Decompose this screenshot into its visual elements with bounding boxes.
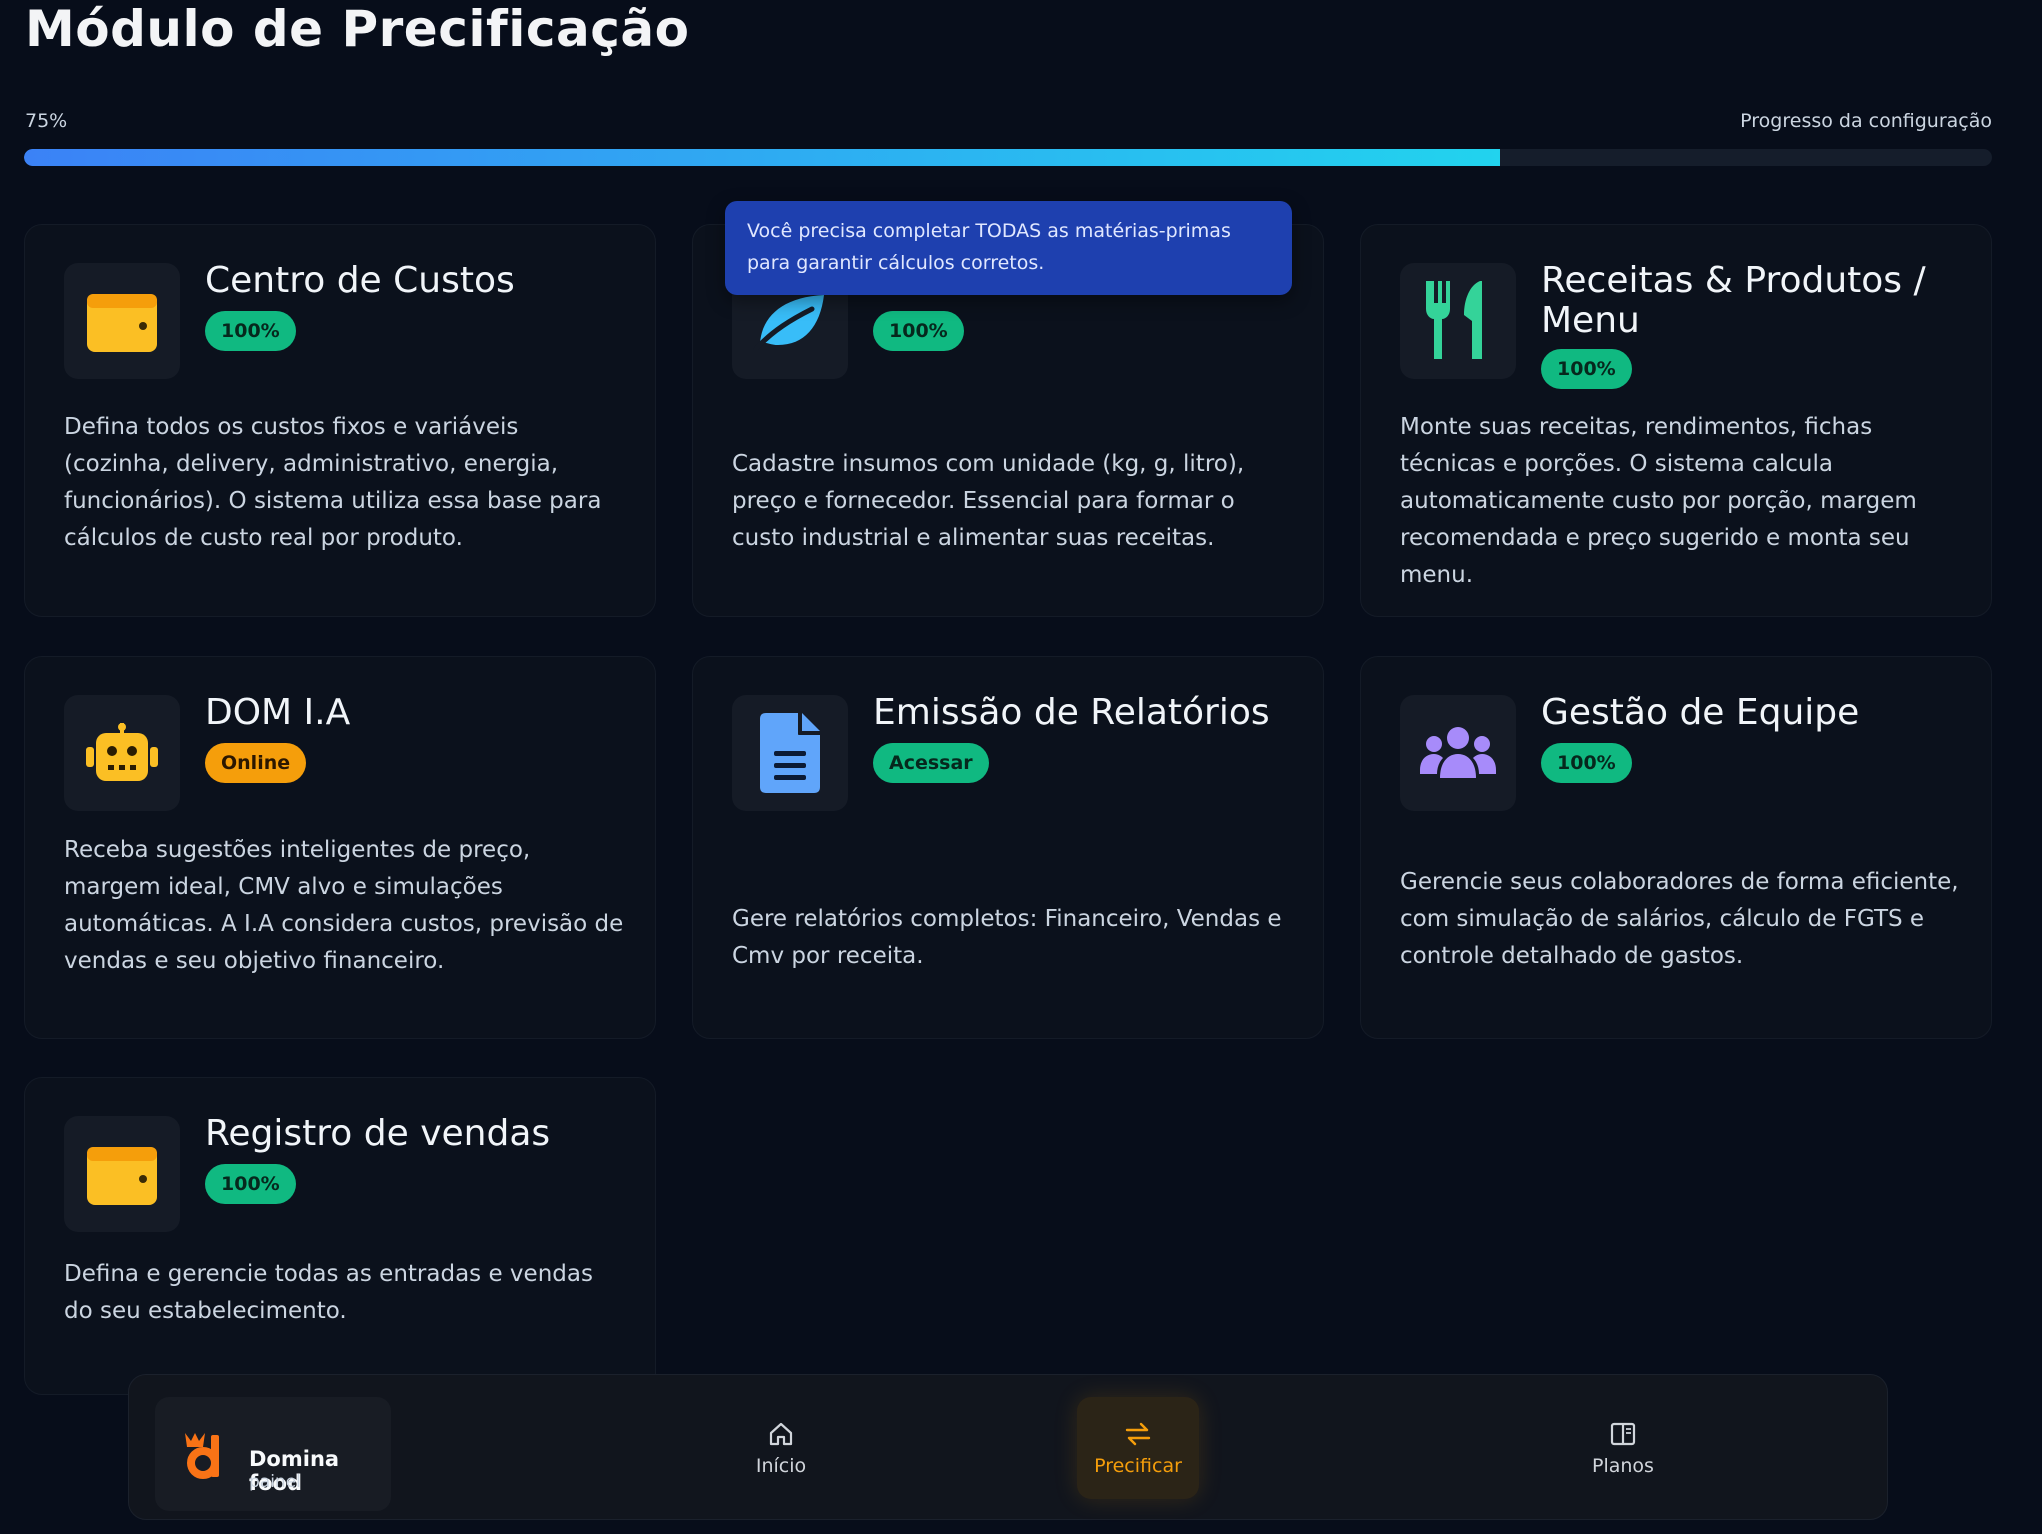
warning-tooltip: Você precisa completar TODAS as matérias… — [725, 201, 1292, 295]
card-dom-ia[interactable]: DOM I.A Online Receba sugestões intelige… — [24, 656, 656, 1039]
status-badge: Online — [205, 743, 307, 783]
home-icon — [768, 1419, 794, 1449]
card-emissao-relatorios[interactable]: Emissão de Relatórios Acessar Gere relat… — [692, 656, 1324, 1039]
domina-food-logo-icon — [183, 1431, 227, 1483]
status-badge: 100% — [1541, 743, 1632, 783]
card-description: Receba sugestões inteligentes de preço, … — [64, 837, 624, 974]
card-description: Defina e gerencie todas as entradas e ve… — [64, 1261, 593, 1324]
status-badge: 100% — [205, 1164, 296, 1204]
swap-icon — [1125, 1419, 1151, 1449]
card-title: DOM I.A — [205, 692, 351, 733]
wallet-icon — [64, 1116, 180, 1232]
card-description: Cadastre insumos com unidade (kg, g, lit… — [732, 451, 1245, 551]
status-badge: 100% — [873, 311, 964, 351]
utensils-icon — [1400, 263, 1516, 379]
wallet-icon — [64, 263, 180, 379]
users-icon — [1400, 695, 1516, 811]
status-badge: 100% — [205, 311, 296, 351]
progress-bar-fill — [24, 149, 1500, 166]
card-centro-de-custos[interactable]: Centro de Custos 100% Defina todos os cu… — [24, 224, 656, 617]
access-button[interactable]: Acessar — [873, 743, 989, 783]
progress-bar — [24, 149, 1992, 166]
brand-subtitle: painel — [249, 1472, 301, 1492]
document-icon — [732, 695, 848, 811]
card-description: Monte suas receitas, rendimentos, fichas… — [1400, 414, 1917, 588]
card-description: Defina todos os custos fixos e variáveis… — [64, 414, 602, 551]
card-description: Gerencie seus colaboradores de forma efi… — [1400, 869, 1959, 969]
bottom-navbar: Domina food painel Início Precificar Pla… — [128, 1374, 1888, 1520]
robot-icon — [64, 695, 180, 811]
card-registro-vendas[interactable]: Registro de vendas 100% Defina e gerenci… — [24, 1077, 656, 1395]
progress-percentage: 75% — [25, 110, 68, 132]
card-title: Registro de vendas — [205, 1113, 551, 1154]
nav-label: Início — [755, 1455, 807, 1477]
nav-label: Planos — [1592, 1455, 1654, 1477]
card-title: Emissão de Relatórios — [873, 692, 1270, 733]
card-title: Receitas & Produtos / Menu — [1541, 260, 1926, 341]
page-title: Módulo de Precificação — [25, 0, 690, 58]
card-gestao-equipe[interactable]: Gestão de Equipe 100% Gerencie seus cola… — [1360, 656, 1992, 1039]
card-receitas-produtos[interactable]: Receitas & Produtos / Menu 100% Monte su… — [1360, 224, 1992, 617]
card-description: Gere relatórios completos: Financeiro, V… — [732, 906, 1282, 969]
status-badge: 100% — [1541, 349, 1632, 389]
book-icon — [1610, 1419, 1636, 1449]
nav-label: Precificar — [1094, 1455, 1182, 1477]
nav-planos[interactable]: Planos — [1511, 1397, 1735, 1499]
brand[interactable]: Domina food painel — [155, 1397, 391, 1511]
nav-precificar[interactable]: Precificar — [1077, 1397, 1199, 1499]
nav-inicio[interactable]: Início — [669, 1397, 893, 1499]
progress-label: Progresso da configuração — [1740, 110, 1992, 132]
card-title: Gestão de Equipe — [1541, 692, 1860, 733]
card-title: Centro de Custos — [205, 260, 515, 301]
